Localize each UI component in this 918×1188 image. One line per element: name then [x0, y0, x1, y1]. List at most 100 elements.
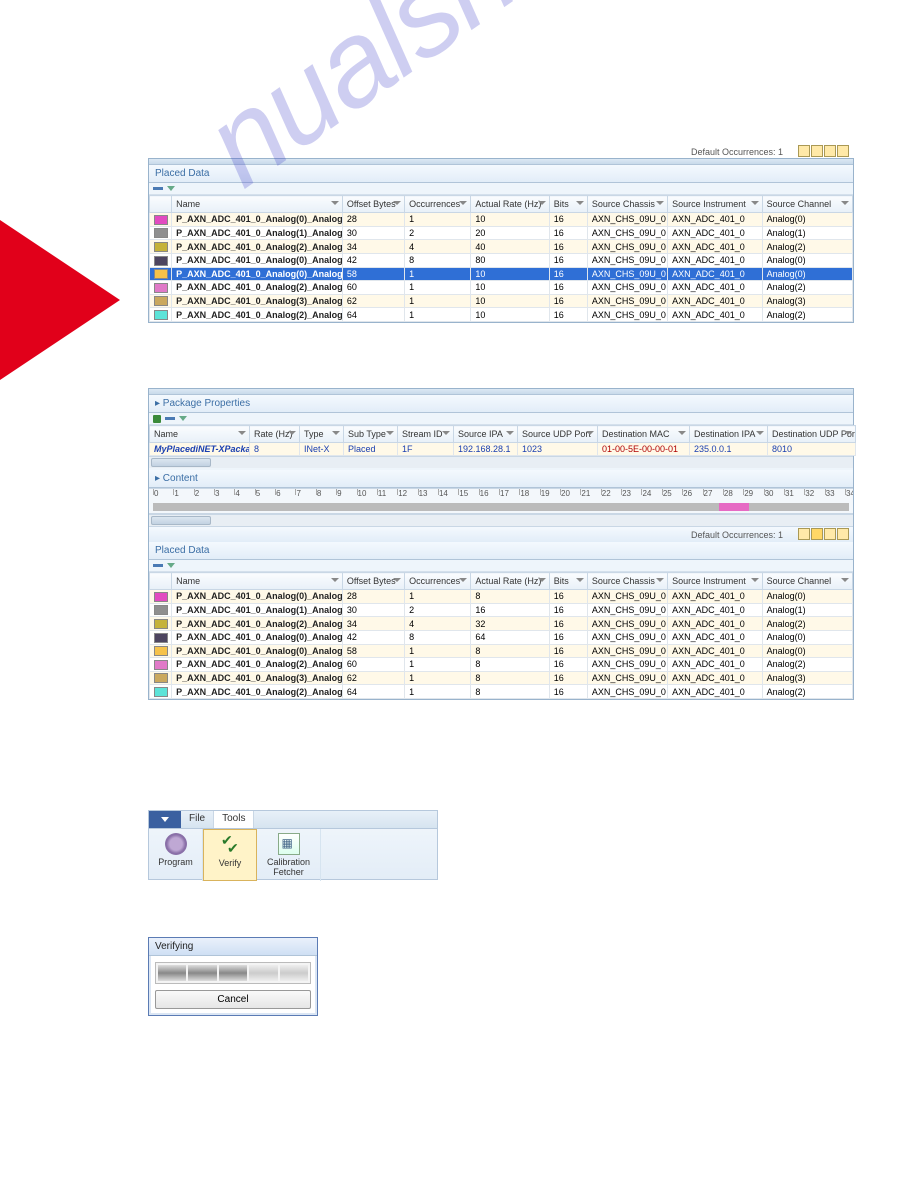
- table-row[interactable]: P_AXN_ADC_401_0_Analog(2)_Analog(2)60110…: [150, 281, 853, 295]
- view-icon-3[interactable]: [824, 528, 836, 540]
- calibration-fetcher-button[interactable]: Calibration Fetcher: [257, 829, 321, 881]
- filter-icon[interactable]: [751, 200, 759, 208]
- filter-icon[interactable]: [386, 430, 394, 438]
- table-row[interactable]: P_AXN_ADC_401_0_Analog(0)_Analog(2)58110…: [150, 267, 853, 281]
- filter-icon[interactable]: [656, 577, 664, 585]
- table-row[interactable]: P_AXN_ADC_401_0_Analog(2)_Analog(0)34432…: [150, 617, 853, 631]
- tab-file[interactable]: File: [181, 811, 214, 828]
- filter-icon[interactable]: [459, 200, 467, 208]
- table-row[interactable]: P_AXN_ADC_401_0_Analog(2)_Analog(2)60181…: [150, 658, 853, 672]
- column-header[interactable]: Stream ID: [398, 426, 454, 443]
- horizontal-scrollbar[interactable]: [149, 514, 853, 526]
- table-row[interactable]: P_AXN_ADC_401_0_Analog(0)_Analog(1)42880…: [150, 253, 853, 267]
- column-header[interactable]: Bits: [549, 196, 587, 213]
- toolbar-dropdown-icon[interactable]: [167, 186, 175, 191]
- view-icon-4[interactable]: [837, 528, 849, 540]
- placed-data-table-2[interactable]: NameOffset BytesOccurrencesActual Rate (…: [149, 572, 853, 699]
- view-icon-1[interactable]: [798, 528, 810, 540]
- filter-icon[interactable]: [393, 200, 401, 208]
- view-icon-2[interactable]: [811, 145, 823, 157]
- quick-access-dropdown[interactable]: [149, 811, 181, 828]
- column-header[interactable]: Sub Type: [344, 426, 398, 443]
- table-row[interactable]: P_AXN_ADC_401_0_Analog(0)_Analog(2)58181…: [150, 644, 853, 658]
- filter-icon[interactable]: [331, 200, 339, 208]
- column-header[interactable]: Name: [172, 196, 343, 213]
- column-header[interactable]: Name: [172, 573, 343, 590]
- filter-icon[interactable]: [656, 200, 664, 208]
- horizontal-scrollbar[interactable]: [149, 456, 853, 468]
- column-header[interactable]: Source Chassis: [587, 196, 667, 213]
- column-header[interactable]: Source UDP Port: [518, 426, 598, 443]
- cancel-button[interactable]: Cancel: [155, 990, 311, 1009]
- table-row[interactable]: P_AXN_ADC_401_0_Analog(0)_Analog(0)28110…: [150, 213, 853, 227]
- column-header[interactable]: Source IPA: [454, 426, 518, 443]
- table-row[interactable]: P_AXN_ADC_401_0_Analog(3)_Analog(0)62110…: [150, 294, 853, 308]
- column-header[interactable]: Source Channel: [762, 196, 852, 213]
- filter-icon[interactable]: [751, 577, 759, 585]
- filter-icon[interactable]: [459, 577, 467, 585]
- toolbar-dropdown-icon[interactable]: [167, 563, 175, 568]
- filter-icon[interactable]: [288, 430, 296, 438]
- placed-data-table[interactable]: NameOffset BytesOccurrencesActual Rate (…: [149, 195, 853, 322]
- table-row[interactable]: P_AXN_ADC_401_0_Analog(2)_Analog(1)64110…: [150, 308, 853, 322]
- filter-icon[interactable]: [844, 430, 852, 438]
- column-header[interactable]: Offset Bytes: [342, 196, 404, 213]
- filter-icon[interactable]: [538, 577, 546, 585]
- package-properties-header[interactable]: ▸ Package Properties: [149, 395, 853, 413]
- verify-button[interactable]: Verify: [203, 829, 257, 881]
- column-header[interactable]: Occurrences: [405, 573, 471, 590]
- toolbar-dropdown-icon[interactable]: [179, 416, 187, 421]
- column-header[interactable]: Source Instrument: [668, 573, 762, 590]
- column-header[interactable]: Actual Rate (Hz): [471, 573, 549, 590]
- program-button[interactable]: Program: [149, 829, 203, 881]
- filter-icon[interactable]: [841, 577, 849, 585]
- table-row[interactable]: P_AXN_ADC_401_0_Analog(0)_Analog(0)28181…: [150, 590, 853, 604]
- column-header[interactable]: Name: [150, 426, 250, 443]
- filter-icon[interactable]: [756, 430, 764, 438]
- filter-icon[interactable]: [576, 200, 584, 208]
- column-header[interactable]: Destination UDP Port: [768, 426, 856, 443]
- toolbar-collapse-icon[interactable]: [165, 417, 175, 420]
- view-icon-2[interactable]: [811, 528, 823, 540]
- table-row[interactable]: P_AXN_ADC_401_0_Analog(1)_Analog(0)30220…: [150, 226, 853, 240]
- column-header[interactable]: Occurrences: [405, 196, 471, 213]
- column-header[interactable]: Source Channel: [762, 573, 852, 590]
- table-row[interactable]: P_AXN_ADC_401_0_Analog(3)_Analog(0)62181…: [150, 671, 853, 685]
- filter-icon[interactable]: [538, 200, 546, 208]
- content-header[interactable]: ▸ Content: [149, 470, 853, 488]
- filter-icon[interactable]: [576, 577, 584, 585]
- column-header[interactable]: Offset Bytes: [342, 573, 404, 590]
- column-header[interactable]: Bits: [549, 573, 587, 590]
- filter-icon[interactable]: [678, 430, 686, 438]
- filter-icon[interactable]: [442, 430, 450, 438]
- column-header[interactable]: Destination MAC: [598, 426, 690, 443]
- table-row[interactable]: P_AXN_ADC_401_0_Analog(2)_Analog(1)64181…: [150, 685, 853, 699]
- tab-tools[interactable]: Tools: [214, 811, 254, 828]
- toolbar-add-icon[interactable]: [153, 415, 161, 423]
- filter-icon[interactable]: [586, 430, 594, 438]
- column-header[interactable]: Rate (Hz): [250, 426, 300, 443]
- column-header[interactable]: Destination IPA: [690, 426, 768, 443]
- column-header[interactable]: Type: [300, 426, 344, 443]
- table-row[interactable]: P_AXN_ADC_401_0_Analog(0)_Analog(1)42864…: [150, 630, 853, 644]
- content-ruler[interactable]: 0123456789101112131415161718192021222324…: [149, 488, 853, 514]
- package-properties-table[interactable]: NameRate (Hz)TypeSub TypeStream IDSource…: [149, 425, 856, 456]
- filter-icon[interactable]: [238, 430, 246, 438]
- filter-icon[interactable]: [332, 430, 340, 438]
- column-header[interactable]: Actual Rate (Hz): [471, 196, 549, 213]
- table-row[interactable]: P_AXN_ADC_401_0_Analog(2)_Analog(0)34440…: [150, 240, 853, 254]
- view-icon-1[interactable]: [798, 145, 810, 157]
- toolbar-collapse-icon[interactable]: [153, 187, 163, 190]
- view-icon-4[interactable]: [837, 145, 849, 157]
- table-row[interactable]: P_AXN_ADC_401_0_Analog(1)_Analog(0)30216…: [150, 603, 853, 617]
- column-header[interactable]: Source Chassis: [587, 573, 667, 590]
- view-icon-3[interactable]: [824, 145, 836, 157]
- toolbar-collapse-icon[interactable]: [153, 564, 163, 567]
- filter-icon[interactable]: [393, 577, 401, 585]
- filter-icon[interactable]: [331, 577, 339, 585]
- filter-icon[interactable]: [841, 200, 849, 208]
- color-swatch: [154, 310, 168, 320]
- filter-icon[interactable]: [506, 430, 514, 438]
- column-header[interactable]: Source Instrument: [668, 196, 762, 213]
- color-swatch: [154, 296, 168, 306]
